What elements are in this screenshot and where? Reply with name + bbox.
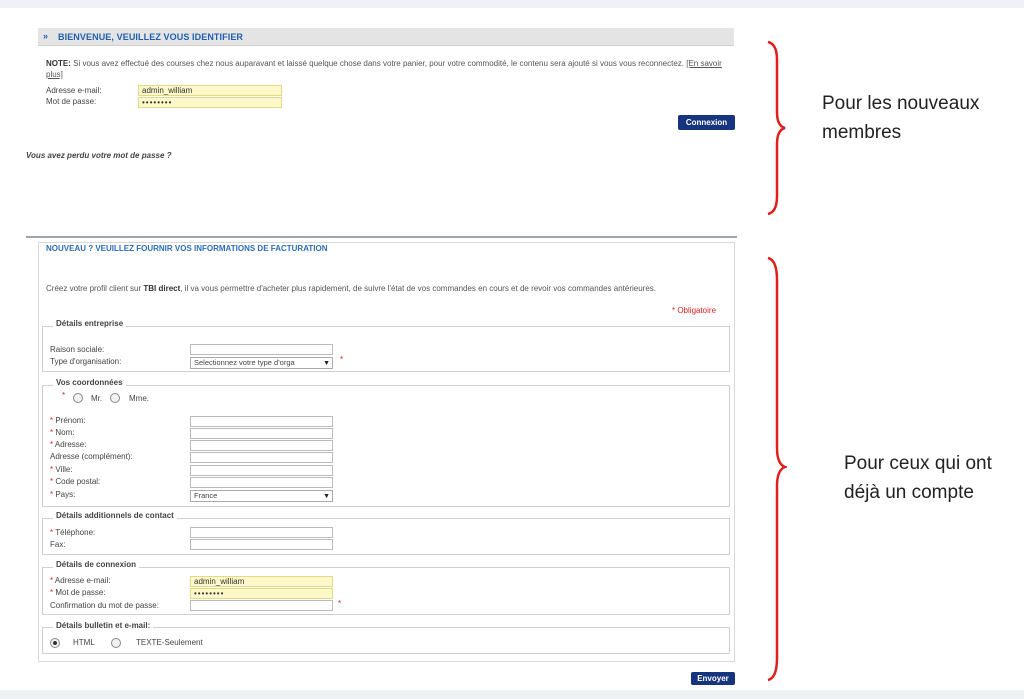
registration-title: NOUVEAU ? VEUILLEZ FOURNIR VOS INFORMATI… [46,244,328,253]
newsletter-legend: Détails bulletin et e-mail: [53,621,154,630]
zip-input[interactable] [190,477,333,488]
contact-legend: Vos coordonnées [53,378,126,387]
page: » BIENVENUE, VEUILLEZ VOUS IDENTIFIER NO… [0,0,1024,699]
firstname-label: Prénom: [55,416,86,425]
registration-intro: Créez votre profil client sur TBI direct… [46,284,736,294]
lastname-label: Nom: [55,428,75,437]
reg-email-input[interactable]: admin_william [190,576,333,587]
note-label: NOTE: [46,59,71,68]
city-input[interactable] [190,465,333,476]
company-legend: Détails entreprise [53,319,127,328]
confirm-password-input[interactable] [190,600,333,611]
radio-text-only[interactable] [111,638,121,648]
submit-registration-button[interactable]: Envoyer [691,672,735,685]
radio-mr-label: Mr. [91,394,103,403]
annotation-existing-accounts: Pour ceux qui ont déjà un compte [844,449,992,507]
country-select[interactable]: France ▼ [190,490,333,502]
bottom-shadow [0,690,1024,699]
login-password-input[interactable]: •••••••• [138,97,282,108]
country-label: Pays: [55,490,76,499]
reg-email-label: Adresse e-mail: [54,576,111,585]
org-type-select[interactable]: Selectionnez votre type d'orga ▼ [190,357,333,369]
address-label: Adresse: [54,440,87,449]
annotation-top-line2: membres [822,122,902,143]
extra-contact-legend: Détails additionnels de contact [53,511,177,520]
annotation-top-line1: Pour les nouveaux [822,93,980,114]
dropdown-arrow-icon: ▼ [323,493,330,500]
login-email-input[interactable]: admin_william [138,85,282,96]
intro-text-after: , il va vous permettre d'acheter plus ra… [180,284,657,293]
radio-html-label: HTML [73,638,95,647]
lastname-input[interactable] [190,428,333,439]
city-label: Ville: [55,465,73,474]
fax-input[interactable] [190,539,333,550]
top-curly-brace-icon [767,40,786,216]
confirm-required-star: * [338,599,342,608]
org-type-value: Selectionnez votre type d'orga [194,358,295,367]
intro-brand: TBI direct [143,284,181,293]
radio-text-only-label: TEXTE-Seulement [136,638,203,647]
reg-password-input[interactable]: •••••••• [190,588,333,599]
company-name-input[interactable] [190,344,333,355]
annotation-bottom-line2: déjà un compte [844,482,974,503]
login-password-label: Mot de passe: [46,97,97,106]
address2-input[interactable] [190,452,333,463]
login-header: » BIENVENUE, VEUILLEZ VOUS IDENTIFIER [38,28,734,46]
address2-label: Adresse (complément): [50,452,133,461]
annotation-new-members: Pour les nouveaux membres [822,89,979,147]
login-title: BIENVENUE, VEUILLEZ VOUS IDENTIFIER [58,32,244,42]
civility-required-star: * [62,391,66,400]
login-note: NOTE: Si vous avez effectué des courses … [46,58,736,80]
extra-contact-fieldset [42,518,730,555]
phone-input[interactable] [190,527,333,538]
radio-mr[interactable] [73,393,83,403]
company-fieldset [42,326,730,372]
lost-password-link[interactable]: Vous avez perdu votre mot de passe ? [26,151,172,160]
login-email-label: Adresse e-mail: [46,86,102,95]
radio-mme-label: Mme. [129,394,149,403]
annotation-bottom-line1: Pour ceux qui ont [844,453,992,474]
phone-label: Téléphone: [55,528,96,537]
contact-fieldset [42,385,730,507]
country-value: France [194,491,218,500]
required-note: * Obligatoire [672,306,717,315]
radio-html[interactable] [50,638,60,648]
top-shadow [0,0,1024,8]
fax-label: Fax: [50,540,66,549]
dropdown-arrow-icon: ▼ [323,360,330,367]
login-button[interactable]: Connexion [678,115,735,130]
org-type-required-star: * [340,355,344,364]
company-name-label: Raison sociale: [50,345,105,354]
reg-password-label: Mot de passe: [55,588,106,597]
address-input[interactable] [190,440,333,451]
chevron-icon: » [43,31,49,41]
bottom-curly-brace-icon [767,256,787,682]
section-divider [26,236,737,238]
intro-text-before: Créez votre profil client sur [46,284,144,293]
connection-legend: Détails de connexion [53,560,140,569]
zip-label: Code postal: [55,477,101,486]
confirm-password-label: Confirmation du mot de passe: [50,601,159,610]
radio-mme[interactable] [110,393,120,403]
note-text: Si vous avez effectué des courses chez n… [73,59,685,68]
org-type-label: Type d'organisation: [50,357,122,366]
firstname-input[interactable] [190,416,333,427]
